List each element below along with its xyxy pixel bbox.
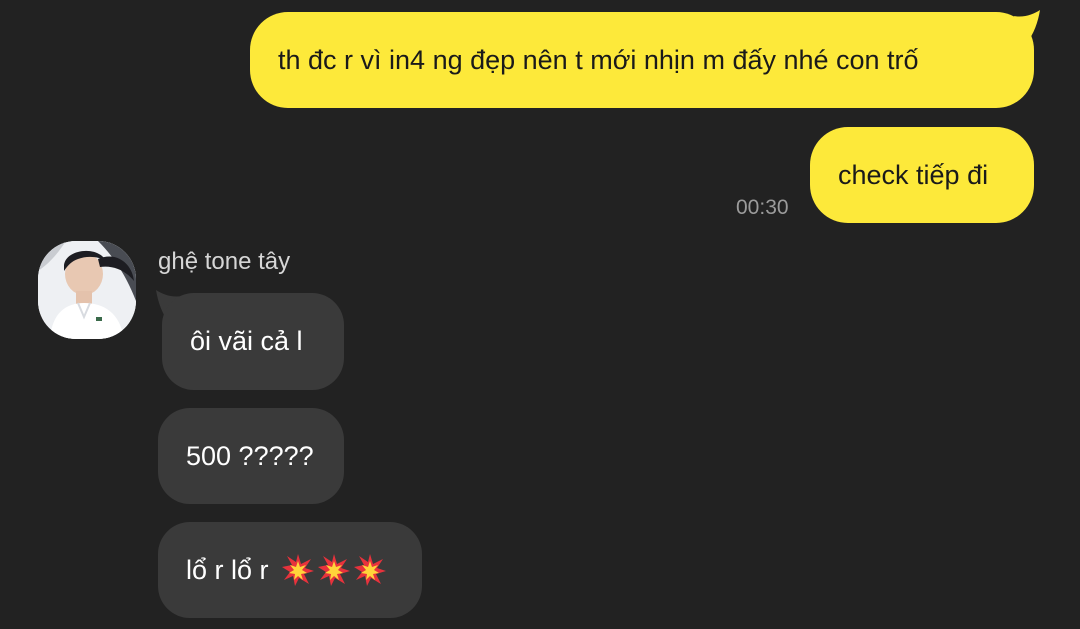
message-text: ôi vãi cả l (190, 326, 303, 357)
avatar-photo (38, 241, 136, 339)
chat-view: th đc r vì in4 ng đẹp nên t mới nhịn m đ… (0, 0, 1080, 629)
outgoing-message[interactable]: check tiếp đi (810, 127, 1034, 223)
sender-name[interactable]: ghệ tone tây (158, 248, 290, 276)
message-text: check tiếp đi (838, 159, 989, 190)
message-text: th đc r vì in4 ng đẹp nên t mới nhịn m đ… (278, 44, 919, 75)
collision-icon (317, 554, 350, 586)
collision-icon (281, 554, 314, 586)
message-text: lổ r lổ r (186, 554, 269, 585)
incoming-message[interactable]: lổ r lổ r (158, 522, 422, 618)
emoji-group (281, 553, 387, 587)
incoming-message[interactable]: ôi vãi cả l (162, 293, 344, 390)
message-text: 500 ????? (186, 440, 314, 471)
message-timestamp: 00:30 (736, 196, 789, 219)
incoming-message[interactable]: 500 ????? (158, 408, 344, 504)
collision-icon (353, 554, 386, 586)
avatar[interactable] (38, 241, 136, 339)
outgoing-message[interactable]: th đc r vì in4 ng đẹp nên t mới nhịn m đ… (250, 12, 1034, 108)
